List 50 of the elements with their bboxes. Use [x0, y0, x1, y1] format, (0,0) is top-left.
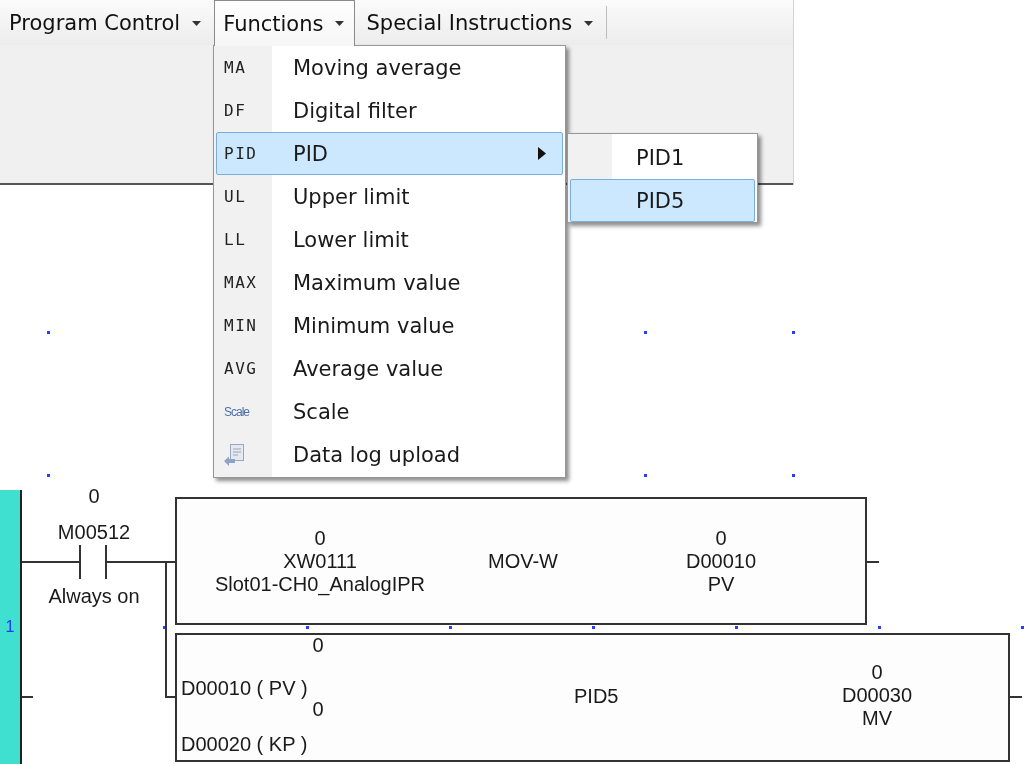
instruction-code: LL	[224, 230, 247, 249]
instruction-code: PID	[224, 144, 258, 163]
value-label: 0	[312, 634, 324, 657]
instruction-label: MOV-W	[488, 550, 558, 573]
submenu-item[interactable]: PID1	[570, 136, 755, 179]
menu-item[interactable]: LL Lower limit	[216, 218, 563, 261]
comment-label: MV	[862, 707, 892, 730]
instruction-code: Scale	[224, 404, 250, 419]
submenu-item[interactable]: PID5	[570, 179, 755, 222]
menu-tab[interactable]: Special Instructions	[357, 0, 605, 45]
menu-tab[interactable]: Functions	[214, 0, 356, 46]
ladder-wire	[22, 561, 79, 563]
instruction-code: UL	[224, 187, 247, 206]
menu-item[interactable]: Scale Scale	[216, 390, 563, 433]
address-label: XW0111	[283, 550, 357, 573]
menu-item[interactable]: DF Digital filter	[216, 89, 563, 132]
comment-label: PV	[707, 573, 735, 596]
menu-item[interactable]: UL Upper limit	[216, 175, 563, 218]
menu-item[interactable]: MA Moving average	[216, 46, 563, 89]
menu-item[interactable]: PID PID	[216, 132, 563, 175]
caret-icon	[584, 20, 594, 26]
comment-label: Always on	[48, 585, 140, 608]
address-label: D00030	[841, 684, 913, 707]
instruction-code: MA	[224, 58, 247, 77]
address-label: D00010	[685, 550, 757, 573]
document-arrow-icon	[224, 443, 244, 466]
ladder-wire	[22, 696, 33, 698]
value-label: 0	[871, 661, 883, 684]
instruction-code: MIN	[224, 316, 258, 335]
operand-label: D00010 ( PV )	[181, 677, 308, 700]
instruction-label: PID5	[574, 685, 619, 708]
value-label: 0	[312, 698, 324, 721]
comment-label: Slot01-CH0_AnalogIPR	[214, 573, 426, 596]
menu-item[interactable]: MIN Minimum value	[216, 304, 563, 347]
caret-icon	[192, 20, 202, 26]
contact-icon	[79, 545, 107, 579]
menu-item[interactable]: Data log upload	[216, 433, 563, 476]
instruction-code: MAX	[224, 273, 258, 292]
value-label: 0	[88, 485, 100, 508]
instruction-code: AVG	[224, 359, 258, 378]
value-label: 0	[715, 527, 727, 550]
menu-item[interactable]: AVG Average value	[216, 347, 563, 390]
rung-number: 1	[5, 618, 15, 636]
menu-tab[interactable]: Program Control	[0, 0, 213, 45]
value-label: 0	[314, 527, 326, 550]
caret-icon	[335, 21, 345, 26]
instruction-code: DF	[224, 101, 247, 120]
address-label: M00512	[57, 521, 131, 544]
operand-label: D00020 ( KP )	[181, 733, 308, 756]
menu-item[interactable]: MAX Maximum value	[216, 261, 563, 304]
